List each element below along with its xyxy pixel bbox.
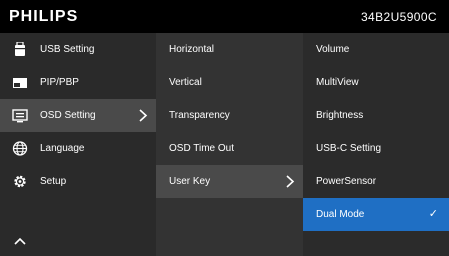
menu-item-usb-setting[interactable]: USB Setting [0, 33, 156, 66]
option-label: Dual Mode [316, 209, 365, 220]
check-icon: ✓ [428, 208, 438, 220]
menu-item-label: OSD Setting [40, 110, 96, 121]
osd-menu: PHILIPS 34B2U5900C USB Setting PIP/PBP O… [0, 0, 449, 256]
options-list: Volume MultiView Brightness USB-C Settin… [303, 33, 449, 256]
option-label: PowerSensor [316, 176, 377, 187]
submenu-item-label: Transparency [169, 110, 230, 121]
menu-item-label: Setup [40, 176, 67, 187]
chevron-up-icon[interactable] [14, 236, 26, 246]
option-label: MultiView [316, 77, 359, 88]
menu-item-label: Language [40, 143, 85, 154]
option-usb-c-setting[interactable]: USB-C Setting [303, 132, 449, 165]
option-dual-mode[interactable]: Dual Mode ✓ [303, 198, 449, 231]
usb-drive-icon [15, 42, 25, 56]
submenu-item-user-key[interactable]: User Key [156, 165, 303, 198]
osd-monitor-icon [12, 109, 28, 123]
menu-item-label: USB Setting [40, 44, 95, 55]
submenu-item-label: User Key [169, 176, 211, 187]
model-number: 34B2U5900C [360, 10, 437, 24]
menu-item-pip-pbp[interactable]: PIP/PBP [0, 66, 156, 99]
option-powersensor[interactable]: PowerSensor [303, 165, 449, 198]
submenu-item-label: OSD Time Out [169, 143, 235, 154]
submenu-item-label: Vertical [169, 77, 202, 88]
submenu: Horizontal Vertical Transparency OSD Tim… [156, 33, 303, 256]
option-brightness[interactable]: Brightness [303, 99, 449, 132]
menu-item-language[interactable]: Language [0, 132, 156, 165]
chevron-right-icon [139, 109, 148, 122]
gear-icon [14, 175, 26, 188]
brand-logo: PHILIPS [9, 8, 79, 25]
option-volume[interactable]: Volume [303, 33, 449, 66]
menu-item-osd-setting[interactable]: OSD Setting [0, 99, 156, 132]
submenu-item-transparency[interactable]: Transparency [156, 99, 303, 132]
submenu-item-label: Horizontal [169, 44, 215, 55]
globe-icon [12, 141, 28, 156]
option-label: USB-C Setting [316, 143, 382, 154]
submenu-item-vertical[interactable]: Vertical [156, 66, 303, 99]
option-label: Brightness [316, 110, 364, 121]
menu-item-label: PIP/PBP [40, 77, 79, 88]
menu-item-setup[interactable]: Setup [0, 165, 156, 198]
option-multiview[interactable]: MultiView [303, 66, 449, 99]
main-menu: USB Setting PIP/PBP OSD Setting Language… [0, 33, 156, 256]
submenu-item-horizontal[interactable]: Horizontal [156, 33, 303, 66]
submenu-item-osd-time-out[interactable]: OSD Time Out [156, 132, 303, 165]
chevron-right-icon [286, 175, 295, 188]
option-label: Volume [316, 44, 350, 55]
pip-icon [13, 78, 27, 88]
osd-header: PHILIPS 34B2U5900C [0, 0, 449, 33]
